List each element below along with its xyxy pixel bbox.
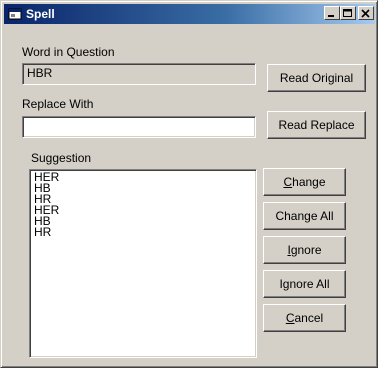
word-in-question-label: Word in Question bbox=[22, 45, 115, 59]
close-icon bbox=[361, 9, 370, 18]
word-in-question-field: HBR bbox=[22, 63, 256, 85]
spell-window: Spell Word in Question HBR Read Original… bbox=[0, 0, 378, 368]
app-window-icon bbox=[8, 7, 22, 21]
ignore-button[interactable]: Ignore bbox=[263, 236, 346, 264]
list-item[interactable]: HB bbox=[34, 215, 252, 227]
replace-with-input[interactable] bbox=[22, 116, 256, 138]
ignore-all-button[interactable]: Ignore All bbox=[263, 270, 346, 298]
ignore-label: gnore bbox=[290, 243, 322, 257]
list-item[interactable]: HR bbox=[34, 193, 252, 205]
list-item[interactable]: HER bbox=[34, 204, 252, 216]
read-replace-button[interactable]: Read Replace bbox=[267, 111, 366, 139]
cancel-label: ancel bbox=[294, 311, 324, 325]
read-original-button[interactable]: Read Original bbox=[267, 64, 366, 92]
list-item[interactable]: HR bbox=[34, 226, 252, 238]
suggestion-list[interactable]: HER HB HR HER HB HR bbox=[29, 169, 257, 358]
replace-with-label: Replace With bbox=[22, 97, 94, 111]
close-button[interactable] bbox=[358, 6, 374, 20]
minimize-icon bbox=[328, 15, 334, 17]
minimize-button[interactable] bbox=[324, 6, 340, 20]
suggestion-label: Suggestion bbox=[31, 151, 92, 165]
cancel-button[interactable]: Cancel bbox=[263, 304, 346, 332]
change-button[interactable]: Change bbox=[263, 168, 346, 196]
list-item[interactable]: HB bbox=[34, 182, 252, 194]
change-all-button[interactable]: Change All bbox=[263, 202, 346, 230]
change-label: hange bbox=[292, 175, 326, 189]
maximize-button[interactable] bbox=[340, 6, 356, 20]
maximize-icon bbox=[343, 9, 352, 17]
list-item[interactable]: HER bbox=[34, 171, 252, 183]
change-mnemonic: C bbox=[283, 175, 293, 189]
title-bar[interactable]: Spell bbox=[4, 4, 375, 24]
window-title: Spell bbox=[26, 7, 55, 21]
